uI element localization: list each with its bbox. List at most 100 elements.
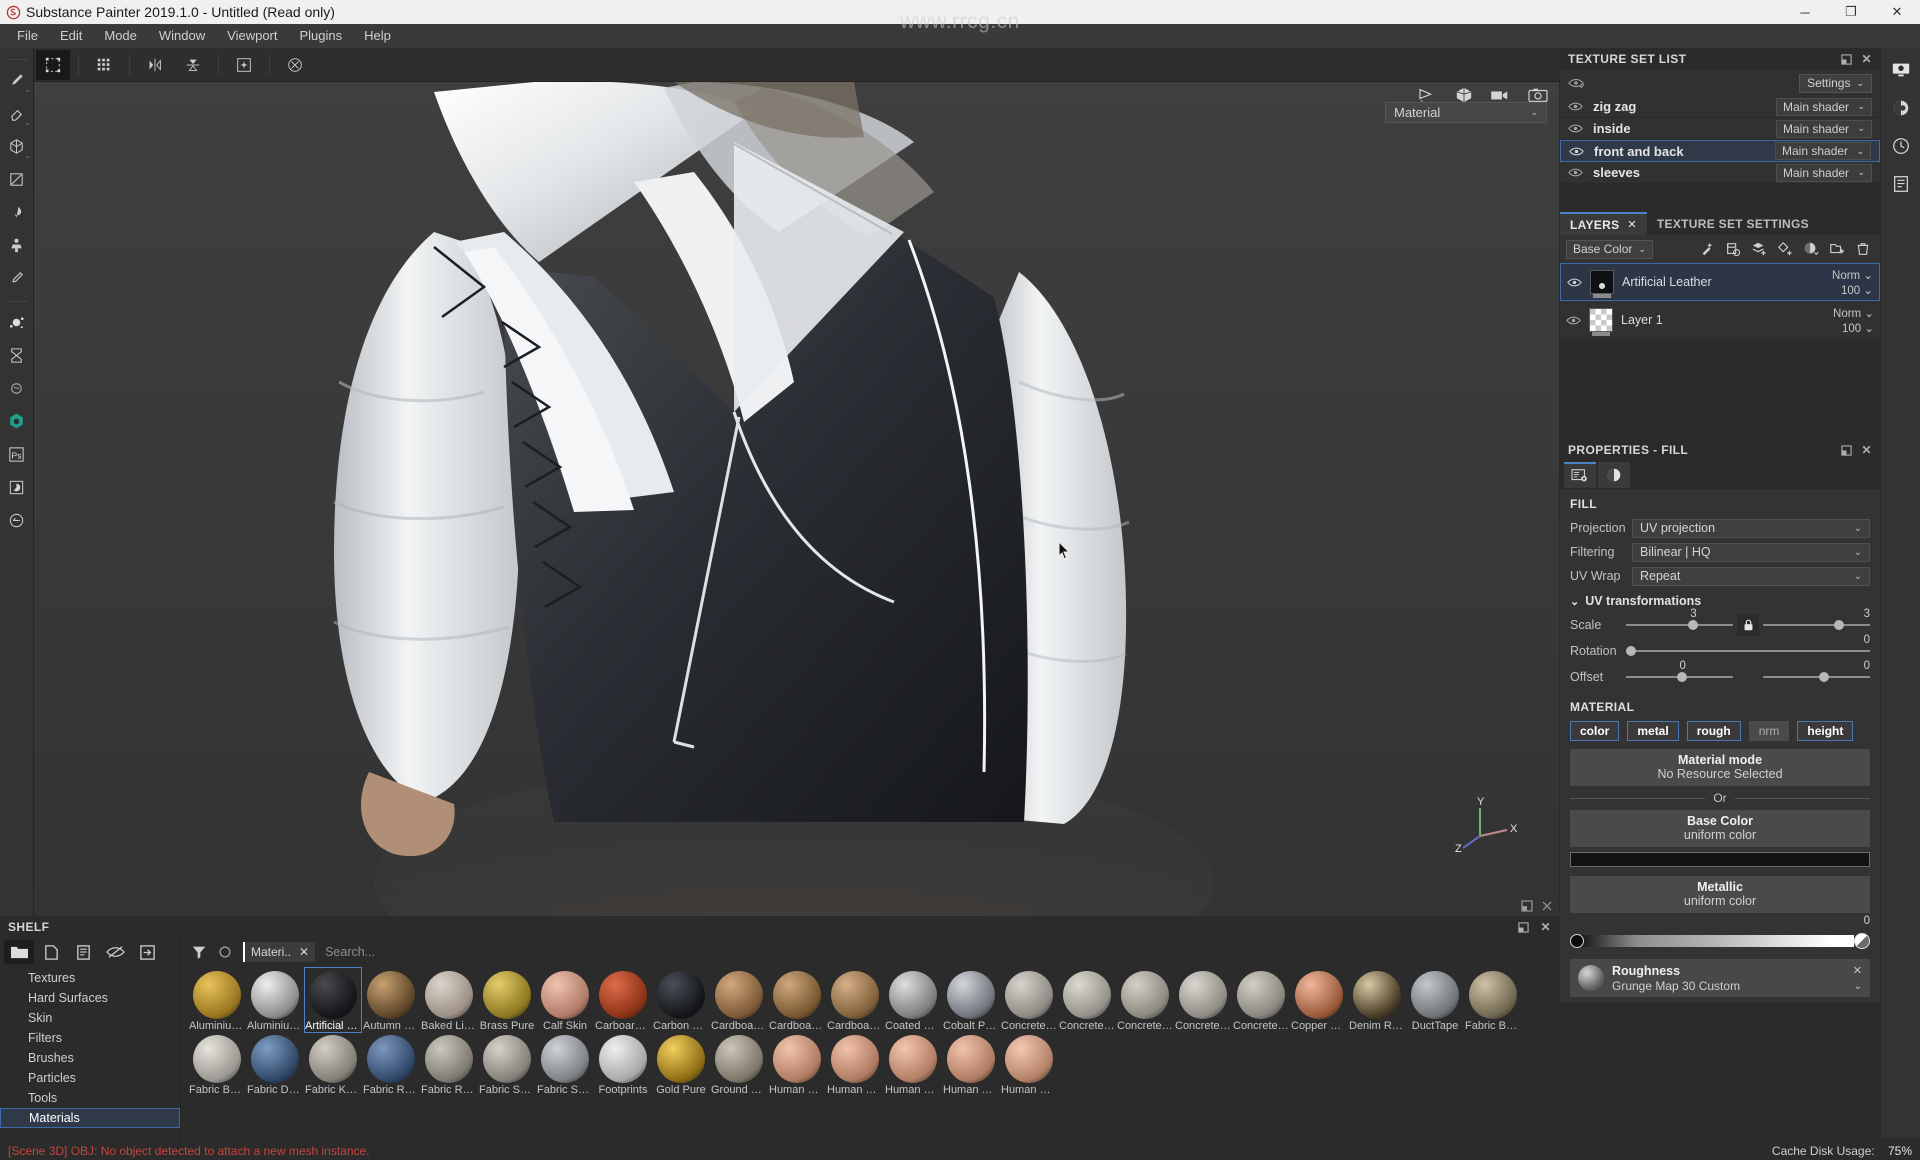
add-folder-icon[interactable] <box>1826 238 1848 260</box>
lock-closed-icon[interactable] <box>1737 614 1759 636</box>
gradient-knob-left[interactable] <box>1570 934 1584 948</box>
gradient-knob-right[interactable] <box>1854 933 1870 949</box>
shelf-item[interactable]: Copper Pure <box>1291 968 1347 1032</box>
filtering-select[interactable]: Bilinear | HQ ⌄ <box>1632 542 1870 562</box>
add-smart-material-icon[interactable] <box>1800 238 1822 260</box>
texture-set-shader-select[interactable]: Main shader ⌄ <box>1776 163 1872 182</box>
layer-blend-mode[interactable]: Norm ⌄ <box>1833 306 1874 320</box>
shelf-item[interactable]: Calf Skin <box>537 968 593 1032</box>
undock-icon[interactable] <box>1521 900 1533 912</box>
shader-settings-icon[interactable] <box>1887 94 1915 122</box>
layer-blend-mode[interactable]: Norm ⌄ <box>1832 268 1873 282</box>
undock-icon[interactable] <box>1840 53 1852 65</box>
menu-edit[interactable]: Edit <box>49 25 93 47</box>
shelf-item[interactable]: Fabric Rou... <box>421 1032 477 1096</box>
new-file-icon[interactable] <box>36 940 66 964</box>
filter-funnel-icon[interactable] <box>191 944 207 960</box>
eye-icon[interactable] <box>1568 123 1583 134</box>
shelf-item[interactable]: Autumn Leaf <box>363 968 419 1032</box>
photoshop-tool-button[interactable]: Ps <box>2 439 32 470</box>
history-icon[interactable] <box>1887 132 1915 160</box>
texture-set-row[interactable]: inside Main shader ⌄ <box>1560 118 1880 140</box>
shelf-item[interactable]: Concrete B... <box>1001 968 1057 1032</box>
shelf-item[interactable]: Human Bu... <box>885 1032 941 1096</box>
projection-tool-button[interactable]: ⌄ <box>2 131 32 162</box>
shelf-item[interactable]: Fabric Rough <box>363 1032 419 1096</box>
perspective-camera-icon[interactable] <box>1417 87 1439 103</box>
layer-row[interactable]: Layer 1 Norm ⌄ 100 ⌄ <box>1560 301 1880 339</box>
shelf-filter-tag[interactable]: Materi.. ✕ <box>243 942 316 962</box>
layer-row-selected[interactable]: Artificial Leather Norm ⌄ 100 ⌄ <box>1560 263 1880 301</box>
shelf-item[interactable]: Concrete D... <box>1117 968 1173 1032</box>
delete-layer-icon[interactable] <box>1852 238 1874 260</box>
shelf-item[interactable]: Human Eye... <box>1001 1032 1057 1096</box>
layer-thumbnail[interactable] <box>1589 308 1613 336</box>
close-icon[interactable]: ✕ <box>299 945 309 959</box>
chip-color[interactable]: color <box>1570 721 1620 741</box>
paint-brush-tool-button[interactable]: ⌄ <box>2 65 32 96</box>
folder-icon[interactable] <box>4 940 34 964</box>
chip-rough[interactable]: rough <box>1686 721 1741 741</box>
menu-help[interactable]: Help <box>353 25 402 47</box>
base-color-swatch[interactable] <box>1570 852 1870 867</box>
shelf-category-tools[interactable]: Tools <box>0 1088 180 1108</box>
minimize-button[interactable]: ─ <box>1782 0 1828 24</box>
texture-set-settings-button[interactable]: Settings ⌄ <box>1799 73 1872 93</box>
shelf-item[interactable]: Aluminium ... <box>247 968 303 1032</box>
shelf-category-particles[interactable]: Particles <box>0 1068 180 1088</box>
uv-wrap-select[interactable]: Repeat ⌄ <box>1632 566 1870 586</box>
shelf-item[interactable]: Cardboard_... <box>711 968 767 1032</box>
close-icon[interactable]: ✕ <box>1862 52 1872 66</box>
shelf-category-materials[interactable]: Materials <box>0 1108 180 1128</box>
maximize-button[interactable]: ❐ <box>1828 0 1874 24</box>
shelf-item[interactable]: Fabric Bam... <box>1465 968 1521 1032</box>
shelf-item[interactable]: Fabric Knitt... <box>305 1032 361 1096</box>
shelf-item-selected[interactable]: Artificial Lea... <box>304 967 362 1033</box>
shelf-category-hard-surfaces[interactable]: Hard Surfaces <box>0 988 180 1008</box>
display-settings-icon[interactable] <box>1887 56 1915 84</box>
material-preview-tab[interactable] <box>1598 462 1630 488</box>
substance-tool-button[interactable] <box>2 406 32 437</box>
tab-texture-set-settings[interactable]: TEXTURE SET SETTINGS <box>1646 212 1819 235</box>
viewport-3d[interactable]: Material ⌄ X Y Z <box>34 82 1559 916</box>
tab-layers[interactable]: LAYERS ✕ <box>1560 212 1647 235</box>
shelf-item[interactable]: Carboard_C... <box>595 968 651 1032</box>
shelf-item[interactable]: Brass Pure <box>479 968 535 1032</box>
physics-tool-button[interactable] <box>2 340 32 371</box>
shelf-item[interactable]: Concrete S... <box>1233 968 1289 1032</box>
layer-thumbnail[interactable] <box>1590 270 1614 298</box>
shelf-item[interactable]: Fabric Deni... <box>247 1032 303 1096</box>
menu-window[interactable]: Window <box>148 25 216 47</box>
iray-render-tool-button[interactable] <box>2 472 32 503</box>
shelf-item[interactable]: Fabric Soft ... <box>479 1032 535 1096</box>
shelf-category-skin[interactable]: Skin <box>0 1008 180 1028</box>
smudge-tool-button[interactable] <box>2 197 32 228</box>
shelf-item[interactable]: Ground Gra... <box>711 1032 767 1096</box>
chip-nrm[interactable]: nrm <box>1748 721 1790 741</box>
polygon-fill-tool-button[interactable] <box>2 164 32 195</box>
menu-viewport[interactable]: Viewport <box>216 25 288 47</box>
eye-icon[interactable] <box>1568 167 1583 178</box>
eye-icon[interactable] <box>1567 277 1582 288</box>
shelf-item[interactable]: Fabric Suit ... <box>537 1032 593 1096</box>
shelf-item[interactable]: Footprints <box>595 1032 651 1096</box>
shelf-item[interactable]: Human Bac... <box>769 1032 825 1096</box>
shelf-item[interactable]: Denim Rivet <box>1349 968 1405 1032</box>
shelf-category-brushes[interactable]: Brushes <box>0 1048 180 1068</box>
projection-select[interactable]: UV projection ⌄ <box>1632 518 1870 538</box>
texture-set-shader-select[interactable]: Main shader ⌄ <box>1776 97 1872 116</box>
menu-file[interactable]: File <box>6 25 49 47</box>
scale-slider-u[interactable]: 3 <box>1626 608 1733 634</box>
add-mask-icon[interactable] <box>1722 238 1744 260</box>
shelf-item[interactable]: Cardboard_... <box>827 968 883 1032</box>
history-tool-button[interactable] <box>2 505 32 536</box>
color-picker-tool-button[interactable] <box>2 263 32 294</box>
bake-tool-button[interactable] <box>2 373 32 404</box>
eraser-tool-button[interactable]: ⌄ <box>2 98 32 129</box>
add-effect-icon[interactable] <box>1696 238 1718 260</box>
offset-slider-v[interactable]: 0 <box>1763 660 1870 686</box>
chip-height[interactable]: height <box>1797 721 1854 741</box>
scale-slider-v[interactable]: 3 <box>1763 608 1870 634</box>
close-icon[interactable]: ✕ <box>1627 218 1637 231</box>
base-color-box[interactable]: Base Color uniform color <box>1570 810 1870 847</box>
